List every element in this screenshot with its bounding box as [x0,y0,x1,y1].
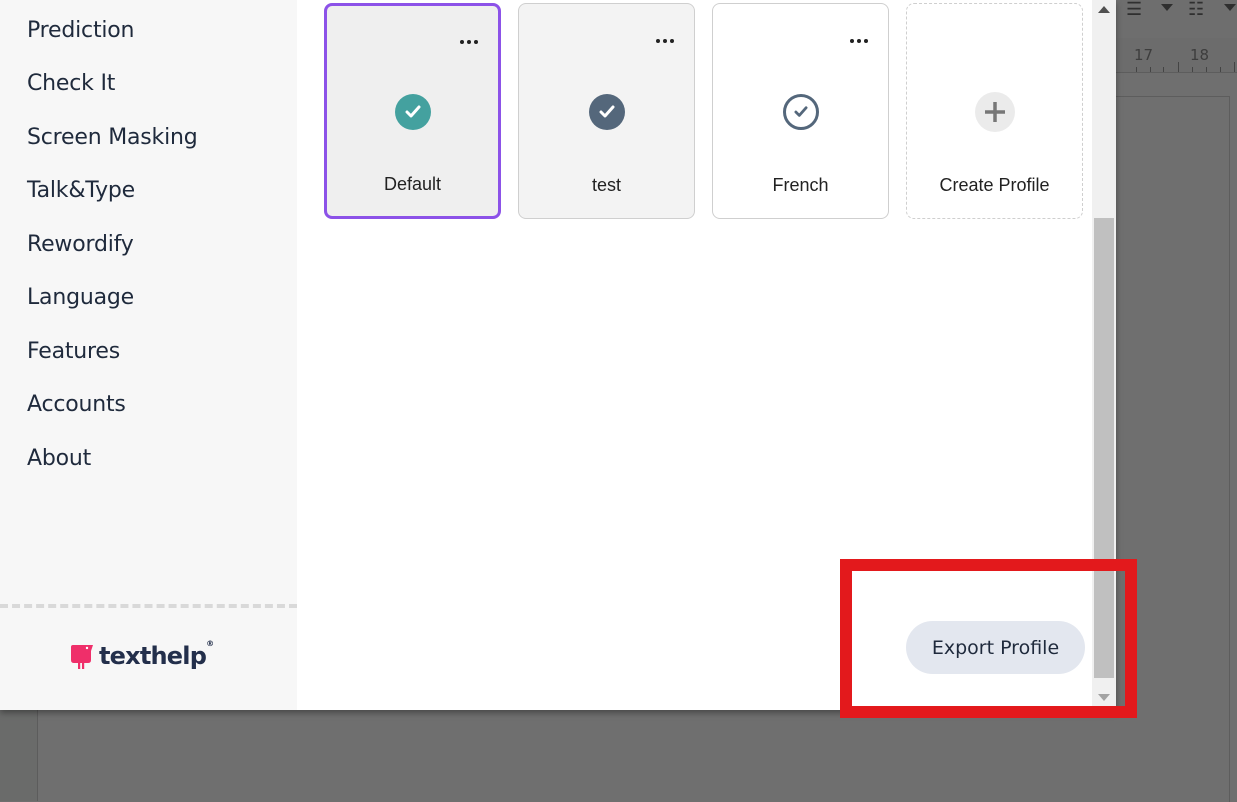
more-options-icon[interactable] [850,39,868,43]
more-options-icon[interactable] [656,39,674,43]
bulleted-list-icon[interactable]: ☰ [1126,0,1142,18]
scroll-up-arrow-icon[interactable] [1098,6,1110,13]
profile-card-french[interactable]: French [712,3,889,219]
sidebar-item-features[interactable]: Features [27,339,120,364]
document-page [1116,96,1230,802]
sidebar-divider [0,604,297,608]
sidebar-item-prediction[interactable]: Prediction [27,18,134,43]
profile-name: French [772,175,829,195]
sidebar-item-screen-masking[interactable]: Screen Masking [27,125,198,150]
sidebar-item-talk-and-type[interactable]: Talk&Type [27,178,135,203]
settings-panel: Prediction Check It Screen Masking Talk&… [0,0,1116,710]
check-circle-icon [394,94,431,130]
ruler-label: 18 [1190,46,1210,64]
create-profile-card[interactable]: Create Profile [906,3,1083,219]
more-options-icon[interactable] [460,40,478,44]
profile-name: test [591,175,621,195]
sidebar-item-about[interactable]: About [27,446,91,471]
profile-card-default[interactable]: Default [324,3,501,219]
check-circle-icon [588,94,625,130]
sidebar-item-check-it[interactable]: Check It [27,71,115,96]
numbered-list-dropdown-icon[interactable] [1224,4,1236,11]
check-circle-outline-icon [782,94,819,130]
scrollbar[interactable] [1092,0,1116,710]
ruler-label: 17 [1134,46,1154,64]
texthelp-logo: texthelp® [70,639,214,670]
sidebar-item-language[interactable]: Language [27,285,134,310]
scrollbar-thumb[interactable] [1094,218,1114,678]
document-margin [0,710,38,801]
numbered-list-icon[interactable]: ☷ [1188,0,1204,18]
texthelp-bird-icon [71,645,93,669]
export-profile-button[interactable]: Export Profile [906,621,1085,674]
profile-name: Default [383,174,442,194]
create-profile-label: Create Profile [939,175,1050,195]
sidebar-item-accounts[interactable]: Accounts [27,392,126,417]
plus-icon [974,92,1015,132]
sidebar: Prediction Check It Screen Masking Talk&… [0,0,297,710]
profile-card-test[interactable]: test [518,3,695,219]
sidebar-item-rewordify[interactable]: Rewordify [27,232,134,257]
background-toolbar: ☰ ☷ [1116,0,1237,38]
logo-text: texthelp® [99,639,214,670]
scroll-down-arrow-icon[interactable] [1098,694,1110,701]
bulleted-list-dropdown-icon[interactable] [1161,4,1173,11]
